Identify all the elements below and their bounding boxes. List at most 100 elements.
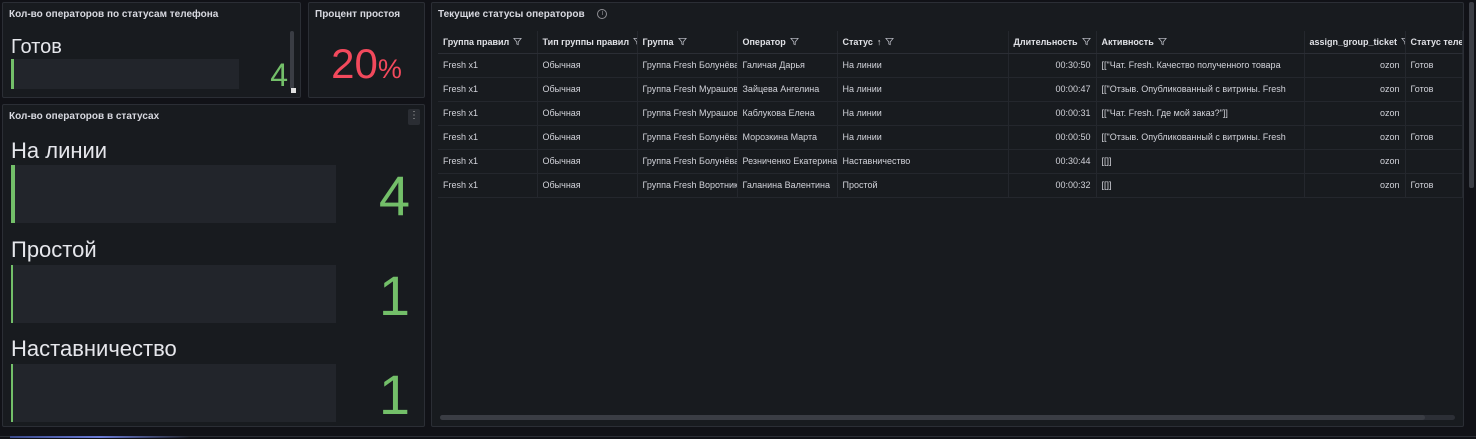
table-row[interactable]: Fresh x1 Обычная Группа Fresh Болунёва Моро…: [438, 125, 1463, 150]
status-bar-fill: [11, 165, 15, 223]
table-cell: ozon: [1304, 125, 1406, 150]
column-header[interactable]: Группа: [637, 31, 738, 54]
panel-title: Кол-во операторов по статусам телефона: [9, 9, 219, 20]
column-header[interactable]: Статус ↑: [837, 31, 1009, 54]
table-cell: Fresh x1: [438, 173, 538, 198]
column-header-label: Статус: [842, 36, 873, 47]
status-label-idle: Простой: [11, 237, 97, 262]
bottom-divider: [0, 436, 1476, 437]
page-scrollbar[interactable]: [1469, 2, 1474, 188]
filter-icon[interactable]: [885, 37, 895, 46]
sort-ascending-icon[interactable]: ↑: [877, 37, 882, 47]
phone-status-bar: [11, 59, 239, 89]
idle-percent-unit: %: [377, 54, 402, 84]
status-value-idle: 1: [378, 264, 410, 327]
column-header-label: Оператор: [742, 36, 786, 47]
panel-title: Процент простоя: [315, 9, 401, 20]
filter-icon[interactable]: [1157, 37, 1167, 46]
table-cell: Готов: [1405, 53, 1463, 78]
table-cell: Группа Fresh Мурашова: [637, 77, 738, 102]
horizontal-scrollbar[interactable]: [440, 415, 1455, 420]
table-row[interactable]: Fresh x1 Обычная Группа Fresh Болунёва Резн…: [438, 149, 1463, 174]
filter-icon[interactable]: [1401, 37, 1404, 46]
panel-title: Кол-во операторов в статусах: [9, 111, 160, 122]
info-icon[interactable]: i: [597, 9, 608, 20]
table-cell: ozon: [1304, 53, 1406, 78]
table-cell: Готов: [1405, 173, 1463, 198]
table-cell: 00:00:50: [1008, 125, 1097, 150]
table-cell: На линии: [837, 101, 1009, 126]
filter-icon[interactable]: [1081, 37, 1091, 46]
idle-percent-panel: Процент простоя 20%: [308, 2, 425, 98]
table-cell: [1405, 101, 1463, 126]
table-cell: Группа Fresh Мурашова: [637, 101, 738, 126]
column-header[interactable]: Оператор: [737, 31, 838, 54]
table-cell: 00:00:47: [1008, 77, 1097, 102]
table-cell: Обычная: [537, 149, 638, 174]
table-cell: [[]]: [1096, 173, 1305, 198]
status-value-mentoring: 1: [378, 363, 410, 426]
status-label-online: На линии: [11, 138, 108, 163]
table-cell: 00:30:44: [1008, 149, 1097, 174]
table-cell: Галичая Дарья: [737, 53, 838, 78]
table-header-row: Группа правил Тип группы правил Группа Опер…: [438, 31, 1463, 54]
table-cell: На линии: [837, 77, 1009, 102]
panel-scrollbar[interactable]: [290, 31, 294, 89]
status-label-mentoring: Наставничество: [11, 336, 177, 361]
table-cell: [1405, 149, 1463, 174]
filter-icon[interactable]: [677, 37, 687, 46]
column-header[interactable]: Активность: [1096, 31, 1305, 54]
column-header-label: Группа правил: [443, 36, 510, 47]
kebab-menu-icon[interactable]: ⋮: [408, 109, 420, 125]
status-bar-fill: [11, 265, 13, 323]
filter-icon[interactable]: [633, 37, 636, 46]
table-cell: Готов: [1405, 125, 1463, 150]
column-header[interactable]: Длительность: [1008, 31, 1097, 54]
column-header[interactable]: Статус телефона: [1405, 31, 1463, 54]
table-cell: Обычная: [537, 173, 638, 198]
table-cell: Обычная: [537, 77, 638, 102]
table-row[interactable]: Fresh x1 Обычная Группа Fresh Болунёва Гали…: [438, 53, 1463, 78]
column-header-label: Статус телефона: [1410, 36, 1462, 47]
filter-icon[interactable]: [789, 37, 799, 46]
filter-icon[interactable]: [513, 37, 523, 46]
phone-status-value: 4: [270, 57, 288, 93]
table-cell: ozon: [1304, 77, 1406, 102]
table-cell: [[]]: [1096, 149, 1305, 174]
table-row[interactable]: Fresh x1 Обычная Группа Fresh Мурашова Зайц…: [438, 77, 1463, 102]
table-cell: Наставничество: [837, 149, 1009, 174]
table-cell: Fresh x1: [438, 125, 538, 150]
phone-status-panel: Кол-во операторов по статусам телефона Г…: [2, 2, 301, 98]
resize-handle[interactable]: [291, 88, 296, 93]
table-title: Текущие статусы операторов: [438, 9, 585, 20]
table-cell: 00:00:31: [1008, 101, 1097, 126]
table-cell: [["Чат. Fresh. Качество полученного това…: [1096, 53, 1305, 78]
column-header[interactable]: Тип группы правил: [537, 31, 638, 54]
operator-status-table: Группа правил Тип группы правил Группа Опер…: [438, 31, 1463, 198]
column-header[interactable]: Группа правил: [438, 31, 538, 54]
table-cell: Группа Fresh Воротникова: [637, 173, 738, 198]
table-row[interactable]: Fresh x1 Обычная Группа Fresh Мурашова Кабл…: [438, 101, 1463, 126]
table-cell: Fresh x1: [438, 101, 538, 126]
table-body: Fresh x1 Обычная Группа Fresh Болунёва Гали…: [438, 53, 1463, 198]
table-cell: Группа Fresh Болунёва: [637, 125, 738, 150]
table-cell: [["Отзыв. Опубликованный с витрины. Fres…: [1096, 125, 1305, 150]
table-cell: Морозкина Марта: [737, 125, 838, 150]
table-row[interactable]: Fresh x1ОбычнаяГруппа Fresh Воротникова Г…: [438, 173, 1463, 198]
table-cell: ozon: [1304, 173, 1406, 198]
table-cell: Зайцева Ангелина: [737, 77, 838, 102]
table-cell: Готов: [1405, 77, 1463, 102]
idle-percent-value: 20%: [309, 40, 424, 88]
scrollbar-thumb[interactable]: [440, 415, 1425, 420]
table-cell: Обычная: [537, 53, 638, 78]
column-header-label: Группа: [642, 36, 674, 47]
table-cell: ozon: [1304, 101, 1406, 126]
column-header[interactable]: assign_group_ticket: [1304, 31, 1406, 54]
column-header-label: Тип группы правил: [542, 36, 630, 47]
status-bar-mentoring: [11, 364, 336, 422]
bottom-highlight: [10, 436, 190, 438]
table-cell: ozon: [1304, 149, 1406, 174]
phone-status-bar-fill: [11, 59, 14, 89]
table-cell: [["Отзыв. Опубликованный с витрины. Fres…: [1096, 77, 1305, 102]
status-bar-idle: [11, 265, 336, 323]
